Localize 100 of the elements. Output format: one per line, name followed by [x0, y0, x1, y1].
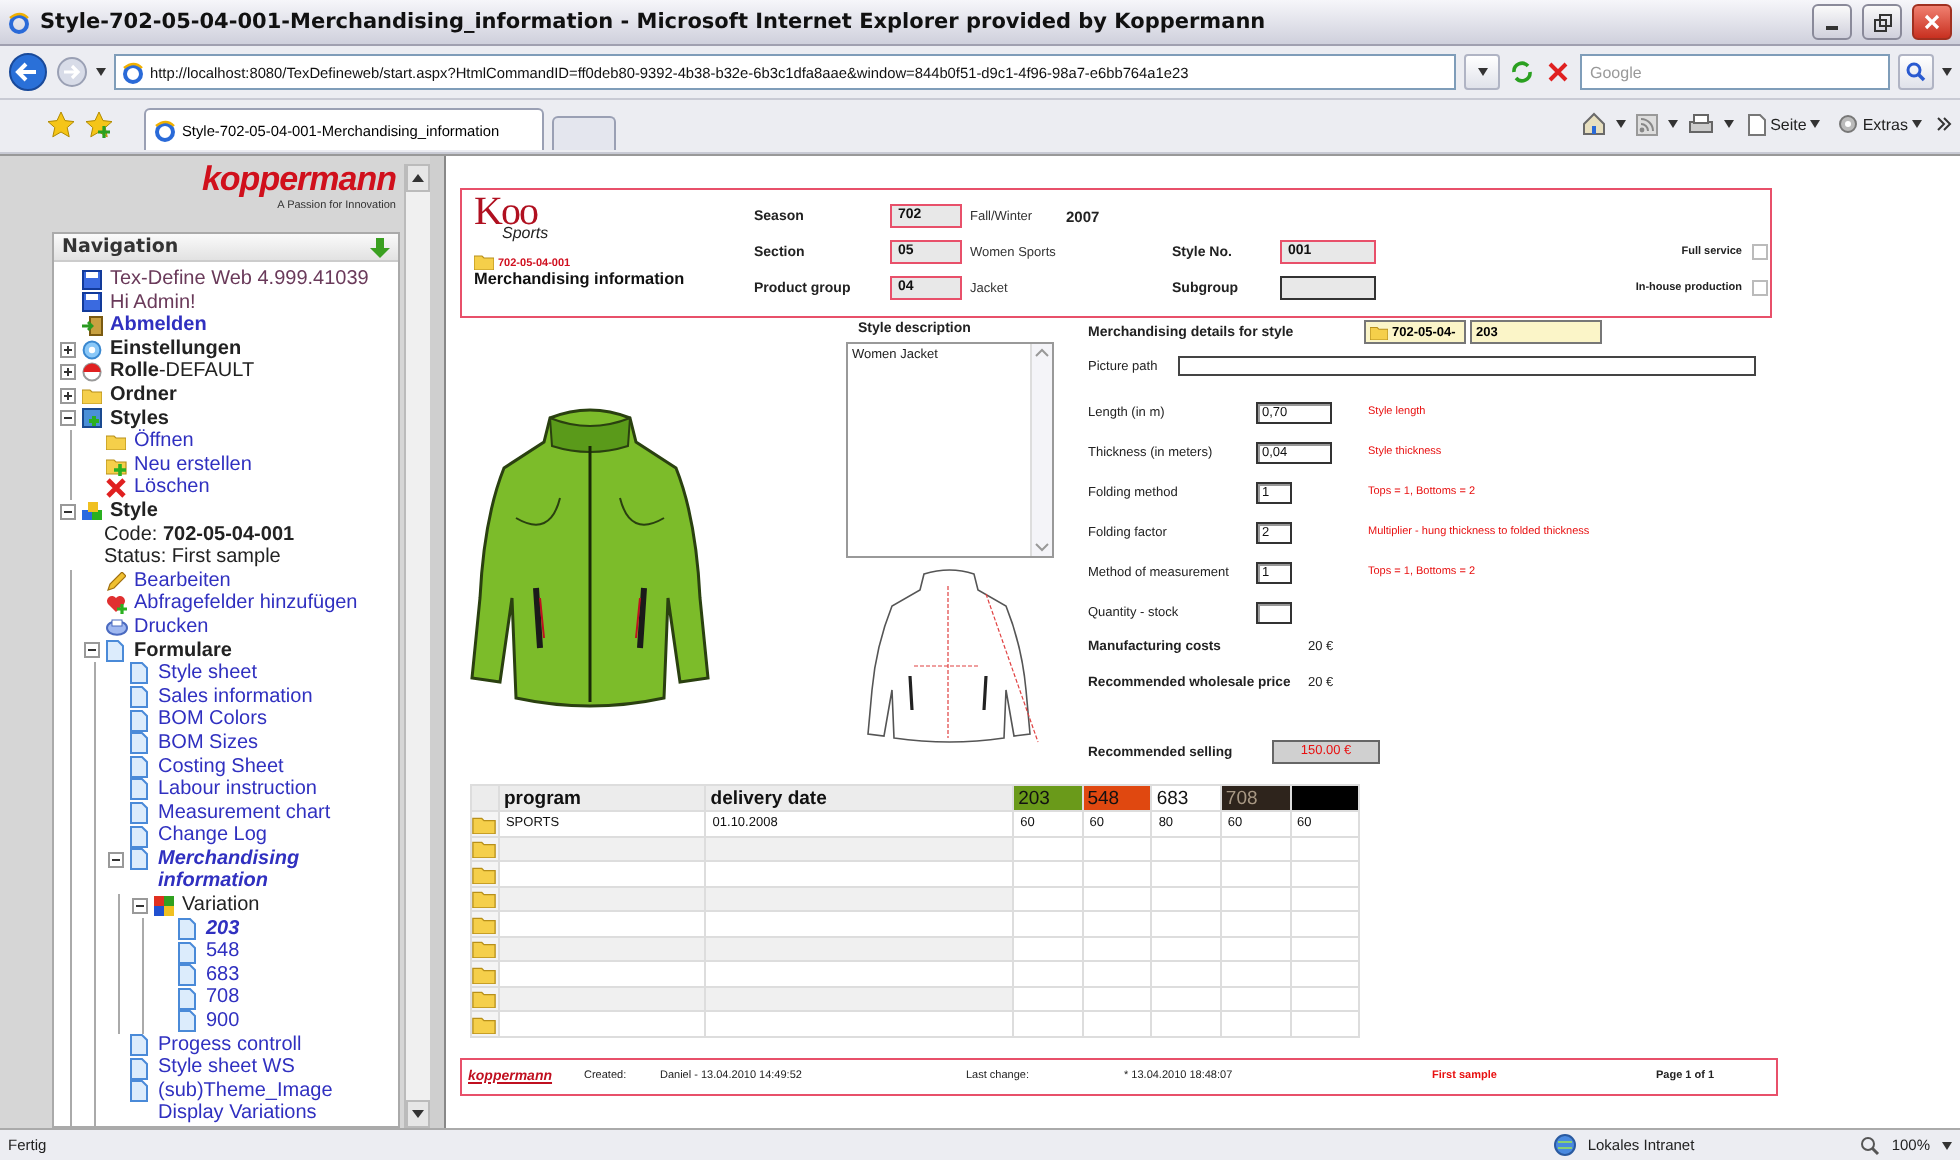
folder-icon — [472, 813, 496, 834]
back-icon[interactable] — [8, 52, 48, 92]
star-plus-icon[interactable] — [86, 112, 112, 138]
code-field[interactable] — [1280, 276, 1376, 300]
style-detail-text: Code: 702-05-04-001 — [102, 523, 297, 547]
form-title: Merchandising information — [474, 270, 687, 288]
scroll-down-button[interactable] — [406, 1100, 430, 1128]
checkbox[interactable] — [1752, 244, 1768, 260]
refresh-icon[interactable] — [1508, 58, 1536, 86]
floppy-icon — [82, 269, 102, 290]
variation-header: 203 — [1013, 785, 1083, 811]
caret-icon — [1616, 120, 1627, 128]
document-icon — [130, 755, 148, 778]
collapse-icon[interactable] — [108, 851, 124, 868]
folder-icon — [1370, 324, 1388, 340]
folder-icon — [472, 988, 496, 1009]
star-icon[interactable] — [48, 112, 74, 138]
document-icon — [130, 1033, 148, 1056]
stop-icon[interactable] — [1544, 58, 1572, 86]
folder-icon — [106, 432, 126, 451]
search-icon — [1906, 62, 1926, 82]
document-icon — [130, 801, 148, 824]
nav-item[interactable]: Variation — [180, 894, 260, 918]
nav-item[interactable]: BOM Colors — [156, 708, 267, 732]
door-icon — [82, 316, 104, 337]
nav-item[interactable]: 203 — [204, 917, 240, 941]
nav-item[interactable]: Drucken — [132, 615, 209, 640]
nav-item[interactable]: Style sheet — [156, 662, 257, 686]
expand-icon[interactable] — [60, 364, 76, 381]
nav-item[interactable]: Einstellungen — [108, 337, 242, 361]
nav-item[interactable]: Öffnen — [132, 430, 194, 454]
nav-item[interactable]: Ordner — [108, 384, 177, 408]
nav-item[interactable]: Rolle-DEFAULT — [108, 360, 255, 384]
restore-button[interactable] — [1862, 4, 1902, 40]
history-caret-icon — [96, 68, 106, 76]
nav-item[interactable]: Neu erstellen — [132, 453, 252, 477]
nav-item[interactable]: Change Log — [156, 824, 267, 848]
restore-icon — [1873, 13, 1891, 31]
nav-item[interactable]: 548 — [204, 940, 240, 964]
nav-item[interactable]: 683 — [204, 963, 240, 987]
checkbox[interactable] — [1752, 280, 1768, 296]
nav-item[interactable]: Abmelden — [108, 314, 207, 338]
nav-item[interactable]: 900 — [204, 1010, 240, 1034]
nav-item[interactable]: (sub)Theme_Image Display Variations — [156, 1079, 394, 1126]
expand-icon[interactable] — [60, 341, 76, 358]
collapse-icon[interactable] — [84, 642, 100, 659]
chevron-icon[interactable] — [1936, 116, 1952, 132]
nav-item[interactable]: Costing Sheet — [156, 755, 284, 779]
caret-icon — [1912, 120, 1922, 128]
document-icon — [130, 848, 148, 871]
printer-icon[interactable] — [1688, 113, 1715, 135]
nav-item[interactable]: Styles — [108, 407, 169, 431]
forward-icon[interactable] — [56, 56, 88, 88]
caret-icon — [1942, 1141, 1952, 1149]
nav-item[interactable]: Sales information — [156, 685, 313, 709]
collapse-icon[interactable] — [60, 410, 76, 427]
page-menu[interactable]: Seite — [1744, 113, 1825, 135]
floppy-icon — [82, 292, 102, 313]
up-arrow-icon — [412, 174, 424, 182]
nav-item[interactable]: Formulare — [132, 639, 232, 663]
folder-plus-icon — [106, 455, 128, 476]
ball-icon — [82, 362, 102, 383]
nav-item[interactable]: Measurement chart — [156, 801, 331, 825]
collapse-icon[interactable] — [132, 897, 148, 914]
document-icon — [130, 825, 148, 848]
variation-header: 683 — [1151, 785, 1221, 811]
nav-item[interactable]: Progess controll — [156, 1033, 302, 1057]
style-detail-text: Status: First sample — [102, 546, 283, 570]
nav-item[interactable]: Löschen — [132, 476, 210, 500]
folder-icon — [472, 938, 496, 959]
nav-item[interactable]: Abfragefelder hinzufügen — [132, 592, 358, 616]
nav-item[interactable]: Hi Admin! — [108, 291, 196, 315]
down-arrow-icon[interactable] — [370, 237, 390, 258]
nav-item[interactable]: Style — [108, 499, 158, 524]
feed-icon[interactable] — [1636, 113, 1659, 135]
folder-icon — [474, 252, 494, 270]
search-button[interactable] — [1898, 54, 1934, 90]
nav-item[interactable]: BOM Sizes — [156, 731, 259, 755]
nav-item[interactable]: Merchandising information — [156, 847, 394, 895]
nav-item[interactable]: Style sheet WS — [156, 1056, 295, 1080]
scroll-up-button[interactable] — [406, 164, 430, 192]
collapse-icon[interactable] — [60, 503, 76, 520]
nav-item[interactable]: Labour instruction — [156, 778, 317, 802]
window-title: Style-702-05-04-001-Merchandising_information - Microsoft Internet Explorer provided by Koppermann — [40, 10, 1268, 34]
vertical-scrollbar[interactable] — [404, 164, 430, 1128]
company-logo: koppermann — [201, 160, 396, 200]
nav-item[interactable]: Bearbeiten — [132, 569, 231, 593]
number-field[interactable] — [1256, 601, 1292, 623]
caret-icon — [1724, 120, 1735, 128]
dropdown-button[interactable] — [1464, 54, 1500, 90]
caret-icon — [1477, 68, 1487, 76]
nav-item[interactable]: 708 — [204, 986, 240, 1011]
close-button[interactable] — [1912, 4, 1952, 40]
picture-path-field[interactable] — [1178, 356, 1756, 376]
document-icon — [106, 639, 124, 662]
minimize-button[interactable] — [1812, 4, 1852, 40]
nav-item[interactable]: Tex-Define Web 4.999.41039 — [108, 268, 369, 292]
home-icon[interactable] — [1582, 112, 1607, 136]
tools-menu[interactable]: Extras — [1834, 114, 1926, 134]
expand-icon[interactable] — [60, 387, 76, 404]
